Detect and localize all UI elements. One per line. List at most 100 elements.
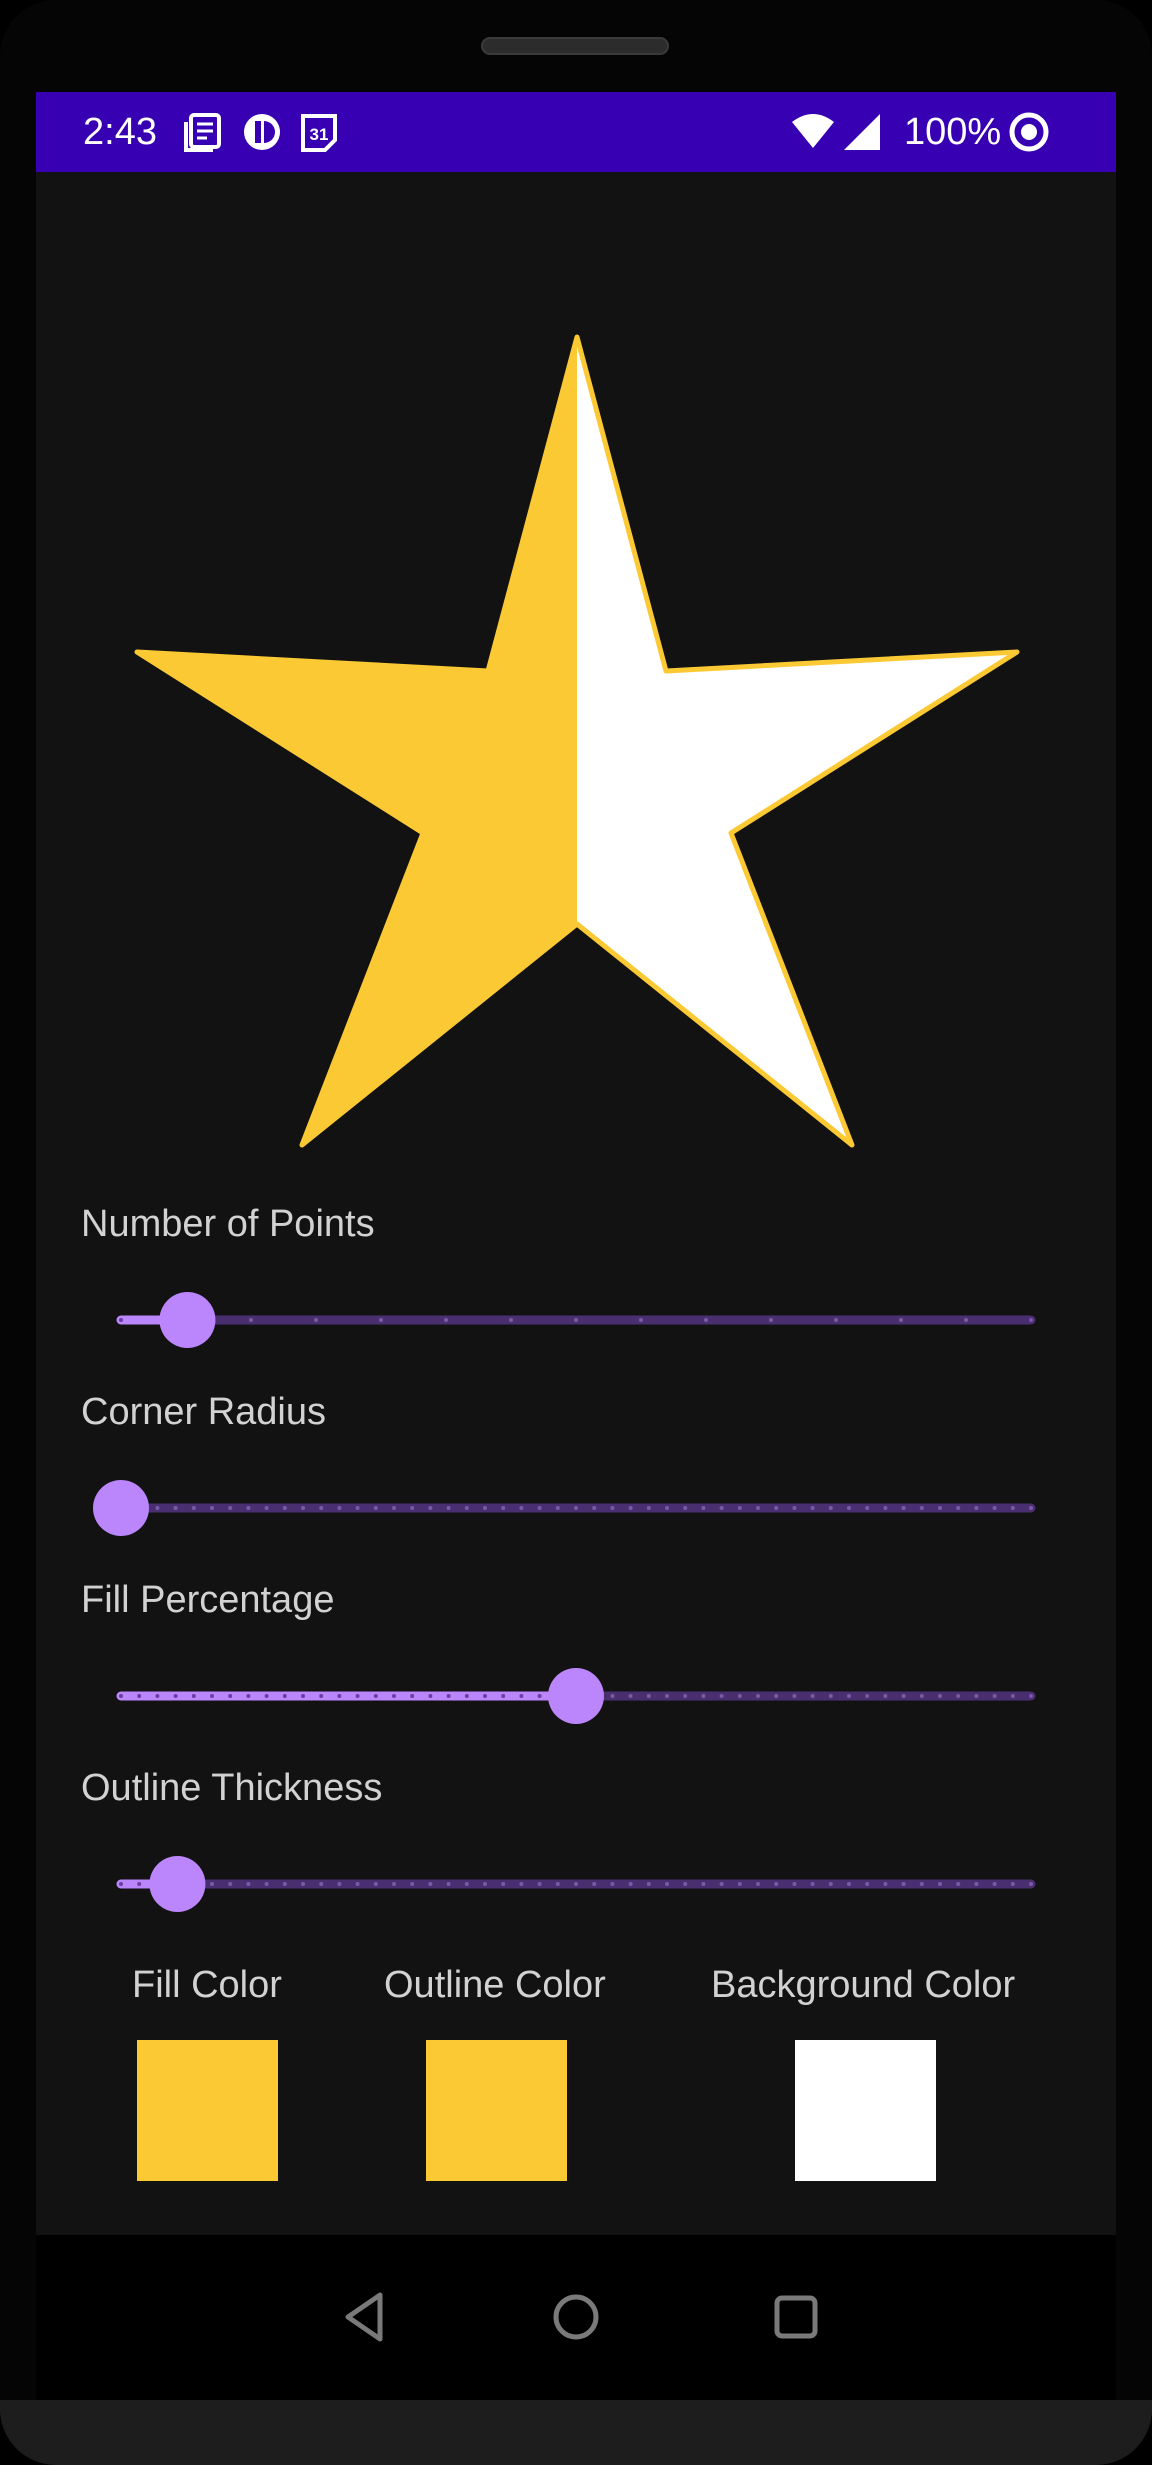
slider-tick	[574, 1882, 578, 1886]
slider-tick	[119, 1318, 123, 1322]
slider-tick	[974, 1694, 979, 1698]
slider-tick	[355, 1882, 360, 1886]
slider-tick	[501, 1694, 506, 1698]
slider-tick	[883, 1694, 888, 1698]
slider-tick	[938, 1882, 942, 1886]
battery-percent: 100%	[904, 111, 1002, 153]
slider-tick	[444, 1318, 448, 1322]
slider-tick	[537, 1506, 542, 1510]
slider-tick	[464, 1694, 469, 1698]
slider-tick	[610, 1694, 615, 1698]
sync-icon	[1006, 110, 1052, 159]
slider-tick	[865, 1882, 870, 1886]
slider-tick	[464, 1506, 469, 1510]
slider-tick	[847, 1506, 851, 1510]
fill-percentage-slider[interactable]	[116, 1666, 1071, 1726]
slider-tick	[446, 1506, 451, 1510]
earpiece-speaker	[481, 37, 669, 55]
slider-tick	[537, 1882, 542, 1886]
slider-tick	[919, 1506, 924, 1510]
slider-tick	[119, 1882, 123, 1886]
slider-tick	[501, 1506, 506, 1510]
fill-color-swatch[interactable]	[137, 2040, 278, 2181]
phone-chin	[0, 2400, 1152, 2465]
slider-tick	[828, 1506, 833, 1510]
slider-tick	[756, 1506, 760, 1510]
slider-tick	[509, 1318, 513, 1322]
slider-tick	[1010, 1694, 1015, 1698]
status-bar: 2:43 31 100%	[36, 92, 1116, 172]
slider-tick	[769, 1318, 773, 1322]
slider-tick	[628, 1694, 633, 1698]
slider-tick	[956, 1694, 961, 1698]
slider-tick	[974, 1882, 979, 1886]
home-icon[interactable]	[544, 2285, 608, 2349]
recents-icon[interactable]	[764, 2285, 828, 2349]
slider-tick	[264, 1506, 269, 1510]
slider-tick	[428, 1882, 433, 1886]
background-color-swatch[interactable]	[795, 2040, 936, 2181]
slider-tick	[964, 1318, 968, 1322]
slider-thumb[interactable]	[548, 1668, 604, 1724]
background-color-label: Background Color	[711, 1964, 1016, 2006]
slider-tick	[683, 1882, 688, 1886]
slider-tick	[847, 1694, 851, 1698]
slider-tick	[919, 1694, 924, 1698]
slider-tick	[392, 1694, 396, 1698]
slider-tick	[737, 1506, 742, 1510]
points-slider-label: Number of Points	[81, 1203, 375, 1245]
slider-tick	[191, 1694, 196, 1698]
slider-tick	[228, 1882, 233, 1886]
slider-tick	[428, 1506, 433, 1510]
slider-tick	[646, 1882, 651, 1886]
slider-tick	[155, 1506, 160, 1510]
slider-tick	[665, 1882, 669, 1886]
slider-tick	[610, 1506, 615, 1510]
slider-tick	[883, 1882, 888, 1886]
slider-tick	[246, 1694, 251, 1698]
slider-thumb[interactable]	[159, 1292, 216, 1348]
corner-radius-slider[interactable]	[93, 1478, 1071, 1538]
slider-tick	[883, 1506, 888, 1510]
slider-tick	[264, 1694, 269, 1698]
slider-tick	[519, 1506, 524, 1510]
slider-tick	[719, 1882, 724, 1886]
slider-tick	[282, 1694, 287, 1698]
slider-tick	[737, 1882, 742, 1886]
slider-tick	[519, 1882, 524, 1886]
slider-tick	[901, 1506, 906, 1510]
points-slider[interactable]	[116, 1290, 1071, 1350]
news-icon	[183, 110, 223, 159]
slider-tick	[264, 1882, 269, 1886]
back-icon[interactable]	[332, 2285, 396, 2349]
slider-tick	[792, 1882, 797, 1886]
status-time: 2:43	[83, 111, 157, 153]
slider-tick	[373, 1882, 378, 1886]
slider-tick	[337, 1506, 342, 1510]
outline-thickness-slider-label: Outline Thickness	[81, 1767, 383, 1809]
signal-icon	[842, 110, 882, 159]
slider-tick	[282, 1506, 287, 1510]
slider-tick	[337, 1694, 342, 1698]
slider-tick	[792, 1506, 797, 1510]
slider-tick	[828, 1694, 833, 1698]
outline-thickness-slider[interactable]	[116, 1854, 1071, 1914]
slider-tick	[774, 1506, 779, 1510]
slider-tick	[392, 1506, 396, 1510]
slider-tick	[704, 1318, 708, 1322]
slider-tick	[646, 1694, 651, 1698]
slider-tick	[628, 1882, 633, 1886]
slider-tick	[173, 1506, 178, 1510]
slider-thumb[interactable]	[93, 1480, 149, 1536]
slider-tick	[683, 1694, 688, 1698]
slider-tick	[865, 1694, 870, 1698]
slider-tick	[774, 1882, 779, 1886]
slider-tick	[956, 1506, 961, 1510]
slider-tick	[301, 1694, 305, 1698]
outline-color-swatch[interactable]	[426, 2040, 567, 2181]
slider-thumb[interactable]	[149, 1856, 206, 1912]
slider-tick	[1029, 1506, 1033, 1510]
slider-tick	[701, 1506, 706, 1510]
slider-tick	[410, 1506, 415, 1510]
slider-tick	[592, 1506, 597, 1510]
